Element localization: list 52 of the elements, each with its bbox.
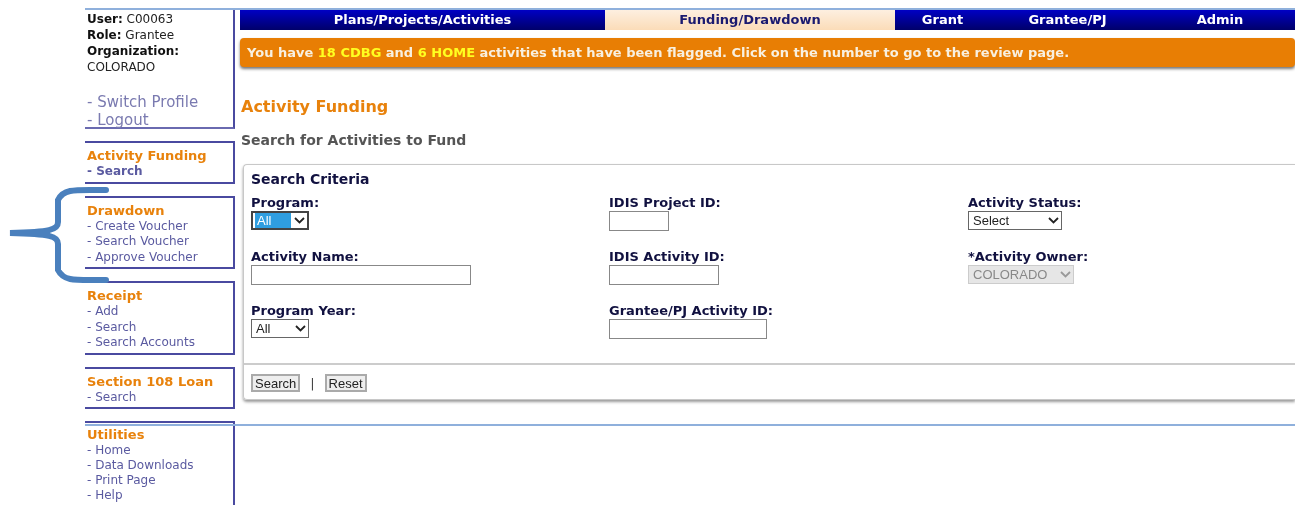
- dropdown[interactable]: Select: [968, 211, 1062, 230]
- nav-tab[interactable]: Admin: [1145, 9, 1295, 30]
- chevron-icon: [295, 325, 306, 332]
- sidebar-heading: Section 108 Loan: [87, 373, 215, 390]
- field-label: Program:: [251, 195, 321, 211]
- page-subtitle: Search for Activities to Fund: [241, 132, 468, 148]
- sidebar-link[interactable]: - Search: [87, 389, 233, 405]
- profile-link[interactable]: - Switch Profile: [87, 93, 233, 111]
- user-info-text: User: C00063: [87, 11, 175, 27]
- sidebar-link[interactable]: - Search Accounts: [87, 335, 233, 351]
- sidebar-link[interactable]: - Search: [87, 319, 233, 335]
- field-label: Activity Name:: [251, 249, 360, 265]
- sidebar-heading: Utilities: [87, 427, 146, 443]
- sidebar-link[interactable]: - Data Downloads: [87, 458, 233, 473]
- nav-tab[interactable]: Grantee/PJ: [990, 9, 1145, 30]
- reset-button[interactable]: Reset: [324, 374, 367, 392]
- sidebar-link[interactable]: - Home: [87, 443, 233, 458]
- chevron-icon: [1060, 271, 1071, 278]
- field-label: IDIS Activity ID:: [609, 249, 726, 265]
- profile-link[interactable]: - Logout: [87, 111, 233, 129]
- input-field[interactable]: [609, 211, 669, 231]
- field-label: Grantee/PJ Activity ID:: [609, 303, 774, 319]
- user-info-text: Organization: COLORADO: [87, 43, 180, 75]
- field-label: IDIS Project ID:: [609, 195, 722, 211]
- input-field[interactable]: [251, 265, 471, 285]
- search-button[interactable]: Search: [251, 374, 301, 392]
- sidebar-link[interactable]: - Search Voucher: [87, 234, 233, 250]
- user-info-text: Role: Grantee: [87, 27, 176, 43]
- flagged-alert: You have 18 CDBG and 6 HOME activities that have been flagged. Click on the number to go to the review page.: [240, 38, 1295, 67]
- nav-tab[interactable]: Plans/Projects/Activities: [240, 9, 605, 30]
- nav-tab[interactable]: Grant: [895, 9, 990, 30]
- panel-title: Search Criteria: [251, 171, 371, 187]
- nav-tab[interactable]: Funding/Drawdown: [605, 9, 895, 30]
- sidebar-link[interactable]: - Add: [87, 304, 233, 320]
- chevron-icon: [1048, 217, 1059, 224]
- sidebar-link[interactable]: - Help: [87, 488, 233, 503]
- dropdown[interactable]: All: [251, 319, 309, 338]
- sidebar-link[interactable]: - Search: [87, 164, 233, 180]
- input-field[interactable]: [609, 319, 767, 339]
- sidebar-heading: Activity Funding: [87, 148, 208, 164]
- sidebar-heading: Drawdown: [87, 202, 166, 219]
- sidebar-link[interactable]: - Create Voucher: [87, 218, 233, 234]
- field-label: *Activity Owner:: [968, 249, 1090, 265]
- field-label: Activity Status:: [968, 195, 1083, 211]
- field-label: Program Year:: [251, 303, 357, 319]
- sidebar-link[interactable]: - Print Page: [87, 473, 233, 488]
- input-field[interactable]: [609, 265, 719, 285]
- page-title: Activity Funding: [241, 97, 390, 116]
- sidebar-link[interactable]: - Approve Voucher: [87, 249, 233, 265]
- sidebar-heading: Receipt: [87, 288, 144, 304]
- chevron-icon: [294, 217, 305, 224]
- separator-text: |: [310, 375, 315, 391]
